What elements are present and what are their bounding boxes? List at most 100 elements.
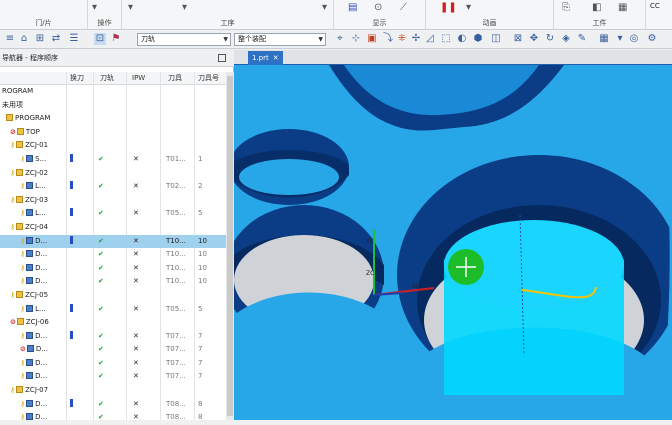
table-row[interactable]: ⊘ TOP — [0, 126, 226, 140]
scrollbar-thumb[interactable] — [227, 76, 233, 416]
table-row[interactable]: ⚷ D... ✔ ✕ T08... 8 — [0, 411, 226, 425]
snap-face-icon[interactable]: ◿ — [424, 33, 436, 45]
table-row[interactable]: ⚷ D... ✔ ✕ T10... 10 — [0, 275, 226, 289]
row-label: D... — [35, 250, 48, 259]
toolbar: ≡ ⌂ ⊞ ⇄ ☰ ⊡ ⚑ 刀轨 ▼ 整个装配 ▼ ⌖ ⊹ ▣ ⤵ ⁜ ✢ ◿ ⬚ … — [0, 30, 672, 49]
dropdown-icon[interactable]: ▾ — [614, 33, 626, 45]
table-row[interactable]: ⚷ ZCJ-03 — [0, 194, 226, 208]
dropdown-icon[interactable]: ▾ — [128, 2, 133, 13]
navigator-rows: ROGRAM 未用项 PROGRAM ⊘ TOP ⚷ ZCJ-01 ⚷ S... ✔ ✕ T01...… — [0, 85, 226, 425]
view-icon[interactable]: ◐ — [456, 33, 468, 45]
operation-icon — [26, 263, 34, 271]
workpiece-icon[interactable]: ⎘ — [562, 2, 570, 13]
tool-change-mark — [70, 330, 80, 344]
table-row[interactable]: PROGRAM — [0, 112, 226, 126]
table-row[interactable]: ⚷ ZCJ-04 — [0, 221, 226, 235]
target-icon[interactable]: ⊙ — [374, 2, 382, 13]
table-icon[interactable]: ▦ — [598, 33, 610, 45]
swap-icon[interactable]: ⇄ — [50, 33, 62, 45]
table-row[interactable]: ⚷ ZCJ-07 — [0, 384, 226, 398]
dropdown-icon[interactable]: ▾ — [466, 2, 471, 13]
column-header-mark[interactable]: 换刀 — [70, 72, 84, 85]
column-header-path[interactable]: 刀轨 — [100, 72, 114, 85]
list-icon[interactable]: ☰ — [68, 33, 80, 45]
path-status: ✔ — [98, 154, 104, 163]
fit-icon[interactable]: ◫ — [490, 33, 502, 45]
snap-icon[interactable]: ⌖ — [334, 33, 346, 45]
dropdown-icon[interactable]: ▾ — [92, 2, 97, 13]
filter-icon[interactable]: ⚑ — [110, 33, 122, 45]
table-row[interactable]: ⚷ D... ✔ ✕ T07... 7 — [0, 330, 226, 344]
table-row[interactable]: ⊘ ZCJ-06 — [0, 316, 226, 330]
table-row[interactable]: ⚷ ZCJ-05 — [0, 289, 226, 303]
part-surface-lower — [234, 292, 384, 420]
grid-icon[interactable]: ▦ — [618, 2, 627, 13]
table-row[interactable]: 未用项 — [0, 99, 226, 113]
row-label: ZCJ-06 — [25, 318, 49, 327]
close-icon[interactable]: ✕ — [273, 54, 279, 62]
table-row[interactable]: ⚷ ZCJ-02 — [0, 167, 226, 181]
menu-icon[interactable]: ≡ — [4, 33, 16, 45]
table-row[interactable]: ⚷ S... ✔ ✕ T01... 1 — [0, 153, 226, 167]
table-row[interactable]: ⚷ D... ✔ ✕ T10... 10 — [0, 248, 226, 262]
rotate-icon[interactable]: ↻ — [544, 33, 556, 45]
table-row[interactable]: ⊘ D... ✔ ✕ T07... 7 — [0, 343, 226, 357]
snap-end-icon[interactable]: ▣ — [366, 33, 378, 45]
path-status: ✔ — [98, 358, 104, 367]
ipw-status: ✕ — [133, 236, 139, 245]
box-icon[interactable]: ⬚ — [440, 33, 452, 45]
graphics-viewport[interactable]: XC YC ZC — [234, 65, 672, 420]
cube-icon[interactable]: ⬢ — [472, 33, 484, 45]
tree-icon[interactable]: ⊞ — [34, 33, 46, 45]
pause-icon[interactable]: ❚❚ — [440, 2, 457, 13]
table-row[interactable]: ⚷ L... ✔ ✕ T05... 5 — [0, 303, 226, 317]
ipw-status: ✕ — [133, 372, 139, 381]
table-row[interactable]: ⚷ L... ✔ ✕ T05... 5 — [0, 207, 226, 221]
column-header-ipw[interactable]: IPW — [132, 72, 145, 85]
navigator-scrollbar[interactable] — [226, 72, 234, 420]
home-icon[interactable]: ⌂ — [18, 33, 30, 45]
select-icon[interactable]: ⊡ — [94, 33, 106, 45]
table-row[interactable]: ⚷ D... ✔ ✕ T08... 8 — [0, 398, 226, 412]
ribbon-group-label: 工序 — [220, 19, 235, 27]
row-name-cell: ⚷ D... — [0, 357, 66, 371]
tab-part-file[interactable]: 1.prt ✕ — [248, 51, 283, 65]
line-icon[interactable]: ⟋ — [400, 2, 407, 13]
table-row[interactable]: ⚷ D... ✔ ✕ T07... 7 — [0, 370, 226, 384]
table-row[interactable]: ROGRAM — [0, 85, 226, 99]
key-icon: ⚷ — [20, 250, 26, 259]
snap-mid-icon[interactable]: ⁜ — [396, 33, 408, 45]
view-combo[interactable]: 整个装配 ▼ — [234, 33, 326, 46]
path-combo[interactable]: 刀轨 ▼ — [137, 33, 231, 46]
dropdown-icon[interactable]: ▾ — [322, 2, 327, 13]
row-label: ZCJ-04 — [25, 222, 49, 231]
layout-icon[interactable]: ▤ — [348, 2, 357, 13]
tool-change-mark — [70, 235, 80, 249]
arrow-icon[interactable]: ⤵ — [382, 33, 394, 45]
ipw-status: ✕ — [133, 209, 139, 218]
snap-center-icon[interactable]: ✢ — [410, 33, 422, 45]
pan-icon[interactable]: ✥ — [528, 33, 540, 45]
edit-icon[interactable]: ✎ — [576, 33, 588, 45]
column-header-tool-number[interactable]: 刀具号 — [198, 72, 219, 85]
key-icon: ⚷ — [20, 236, 26, 245]
layer-icon[interactable]: ◧ — [592, 2, 601, 13]
table-row[interactable]: ⚷ D... ✔ ✕ T10... 10 — [0, 234, 226, 249]
dropdown-icon[interactable]: ▾ — [182, 2, 187, 13]
table-row[interactable]: ⚷ L... ✔ ✕ T02... 2 — [0, 180, 226, 194]
tool-change-icon — [70, 153, 73, 162]
shade-icon[interactable]: ◈ — [560, 33, 572, 45]
table-row[interactable]: ⚷ D... ✔ ✕ T07... 7 — [0, 357, 226, 371]
snap-point-icon[interactable]: ⊹ — [350, 33, 362, 45]
column-header-tool[interactable]: 刀具 — [168, 72, 182, 85]
row-label: L... — [35, 182, 46, 191]
orient-icon[interactable]: ◎ — [628, 33, 640, 45]
table-row[interactable]: ⚷ ZCJ-01 — [0, 139, 226, 153]
maximize-icon[interactable] — [218, 54, 226, 62]
ribbon-group-label: 操作 — [97, 19, 112, 27]
settings-icon[interactable]: ⚙ — [646, 33, 658, 45]
ipw-status: ✕ — [133, 182, 139, 191]
zoom-icon[interactable]: ⊠ — [512, 33, 524, 45]
table-row[interactable]: ⚷ D... ✔ ✕ T10... 10 — [0, 262, 226, 276]
tool-change-icon — [70, 208, 73, 217]
